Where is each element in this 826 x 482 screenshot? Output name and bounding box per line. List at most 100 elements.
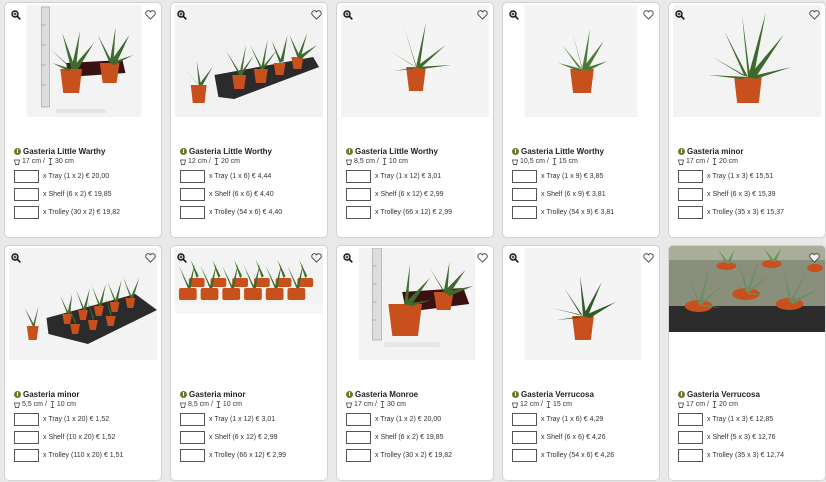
heart-outline-icon[interactable]: [643, 10, 654, 20]
quantity-input-trolley[interactable]: [678, 449, 703, 462]
price-tray: x Tray (1 x 20) € 1,52: [43, 416, 110, 423]
plant-height: 20 cm: [220, 158, 241, 165]
heart-outline-icon[interactable]: [145, 253, 156, 263]
product-photo[interactable]: [175, 5, 323, 117]
quantity-input-trolley[interactable]: [14, 449, 39, 462]
product-photo[interactable]: [9, 5, 157, 117]
info-icon: [512, 390, 519, 398]
info-icon: [180, 390, 187, 398]
zoom-icon[interactable]: [343, 10, 353, 20]
product-photo[interactable]: [175, 248, 323, 314]
product-photo[interactable]: [507, 5, 655, 117]
product-title[interactable]: Gasteria minor: [14, 389, 157, 399]
quantity-input-tray[interactable]: [180, 413, 205, 426]
product-card[interactable]: Gasteria minor 17 cm /20 cm x Tray (1 x …: [668, 2, 826, 238]
product-photo[interactable]: [341, 5, 489, 117]
product-card[interactable]: Gasteria Verrucosa 17 cm /20 cm x Tray (…: [668, 245, 826, 481]
heart-outline-icon[interactable]: [809, 10, 820, 20]
quantity-input-shelf[interactable]: [678, 188, 703, 201]
zoom-icon[interactable]: [177, 10, 187, 20]
price-shelf: x Shelf (10 x 20) € 1,52: [43, 434, 116, 441]
product-title[interactable]: Gasteria Little Worthy: [512, 146, 655, 156]
quantity-input-trolley[interactable]: [512, 206, 537, 219]
product-size: 8,5 cm /10 cm: [346, 157, 489, 166]
product-card[interactable]: Gasteria Monroe 17 cm /30 cm x Tray (1 x…: [336, 245, 494, 481]
product-card[interactable]: Gasteria Little Warthy 17 cm /30 cm x Tr…: [4, 2, 162, 238]
quantity-input-shelf[interactable]: [180, 431, 205, 444]
heart-outline-icon[interactable]: [477, 253, 488, 263]
quantity-input-shelf[interactable]: [346, 188, 371, 201]
product-title[interactable]: Gasteria minor: [678, 146, 821, 156]
quantity-input-tray[interactable]: [678, 170, 703, 183]
product-title[interactable]: Gasteria Little Warthy: [14, 146, 157, 156]
product-info: Gasteria Verrucosa 17 cm /20 cm x Tray (…: [678, 389, 821, 463]
product-card[interactable]: Gasteria Little Worthy 8,5 cm /10 cm x T…: [336, 2, 494, 238]
height-arrow-icon: [712, 158, 717, 165]
zoom-icon[interactable]: [343, 253, 353, 263]
heart-outline-icon[interactable]: [643, 253, 654, 263]
product-photo[interactable]: [507, 248, 655, 360]
product-card[interactable]: Gasteria Little Worthy 10,5 cm /15 cm x …: [502, 2, 660, 238]
product-photo[interactable]: [673, 5, 821, 117]
product-title[interactable]: Gasteria Little Worthy: [180, 146, 323, 156]
quantity-input-trolley[interactable]: [14, 206, 39, 219]
quantity-input-trolley[interactable]: [346, 449, 371, 462]
quantity-input-trolley[interactable]: [180, 206, 205, 219]
heart-outline-icon[interactable]: [311, 253, 322, 263]
quantity-input-trolley[interactable]: [678, 206, 703, 219]
quantity-input-shelf[interactable]: [512, 188, 537, 201]
quantity-input-shelf[interactable]: [180, 188, 205, 201]
zoom-icon[interactable]: [177, 253, 187, 263]
zoom-icon[interactable]: [509, 10, 519, 20]
product-info: Gasteria minor 17 cm /20 cm x Tray (1 x …: [678, 146, 821, 220]
pot-size: 17 cm: [22, 158, 42, 165]
heart-outline-icon[interactable]: [809, 253, 820, 263]
quantity-input-trolley[interactable]: [512, 449, 537, 462]
heart-outline-icon[interactable]: [145, 10, 156, 20]
height-arrow-icon: [546, 401, 551, 408]
product-name: Gasteria Little Warthy: [23, 146, 106, 156]
pot-icon: [512, 402, 518, 408]
zoom-icon[interactable]: [11, 253, 21, 263]
quantity-input-shelf[interactable]: [14, 431, 39, 444]
heart-outline-icon[interactable]: [477, 10, 488, 20]
quantity-input-shelf[interactable]: [14, 188, 39, 201]
quantity-input-tray[interactable]: [512, 170, 537, 183]
pot-size: 10,5 cm: [520, 158, 545, 165]
product-photo[interactable]: [669, 246, 825, 332]
quantity-input-tray[interactable]: [14, 170, 39, 183]
pot-icon: [14, 159, 20, 165]
quantity-input-trolley[interactable]: [180, 449, 205, 462]
product-card[interactable]: Gasteria Little Worthy 12 cm /20 cm x Tr…: [170, 2, 328, 238]
product-title[interactable]: Gasteria Monroe: [346, 389, 489, 399]
product-photo[interactable]: [341, 248, 489, 360]
plant-height: 10 cm: [388, 158, 408, 165]
pot-icon: [512, 159, 518, 165]
quantity-input-tray[interactable]: [14, 413, 39, 426]
product-card[interactable]: Gasteria Verrucosa 12 cm /15 cm x Tray (…: [502, 245, 660, 481]
product-title[interactable]: Gasteria minor: [180, 389, 323, 399]
order-row-tray: x Tray (1 x 12) € 3,01: [180, 412, 323, 427]
product-title[interactable]: Gasteria Little Worthy: [346, 146, 489, 156]
quantity-input-tray[interactable]: [512, 413, 537, 426]
product-photo[interactable]: [9, 248, 157, 360]
zoom-icon[interactable]: [675, 10, 685, 20]
heart-outline-icon[interactable]: [311, 10, 322, 20]
zoom-icon[interactable]: [11, 10, 21, 20]
product-size: 8,5 cm /10 cm: [180, 400, 323, 409]
height-arrow-icon: [214, 158, 219, 165]
product-card[interactable]: Gasteria minor 5,5 cm /10 cm x Tray (1 x…: [4, 245, 162, 481]
info-icon: [678, 147, 685, 155]
quantity-input-trolley[interactable]: [346, 206, 371, 219]
product-title[interactable]: Gasteria Verrucosa: [678, 389, 821, 399]
product-card[interactable]: Gasteria minor 8,5 cm /10 cm x Tray (1 x…: [170, 245, 328, 481]
zoom-icon[interactable]: [509, 253, 519, 263]
quantity-input-shelf[interactable]: [678, 431, 703, 444]
quantity-input-tray[interactable]: [346, 170, 371, 183]
quantity-input-tray[interactable]: [180, 170, 205, 183]
quantity-input-shelf[interactable]: [512, 431, 537, 444]
quantity-input-tray[interactable]: [346, 413, 371, 426]
quantity-input-tray[interactable]: [678, 413, 703, 426]
quantity-input-shelf[interactable]: [346, 431, 371, 444]
product-title[interactable]: Gasteria Verrucosa: [512, 389, 655, 399]
